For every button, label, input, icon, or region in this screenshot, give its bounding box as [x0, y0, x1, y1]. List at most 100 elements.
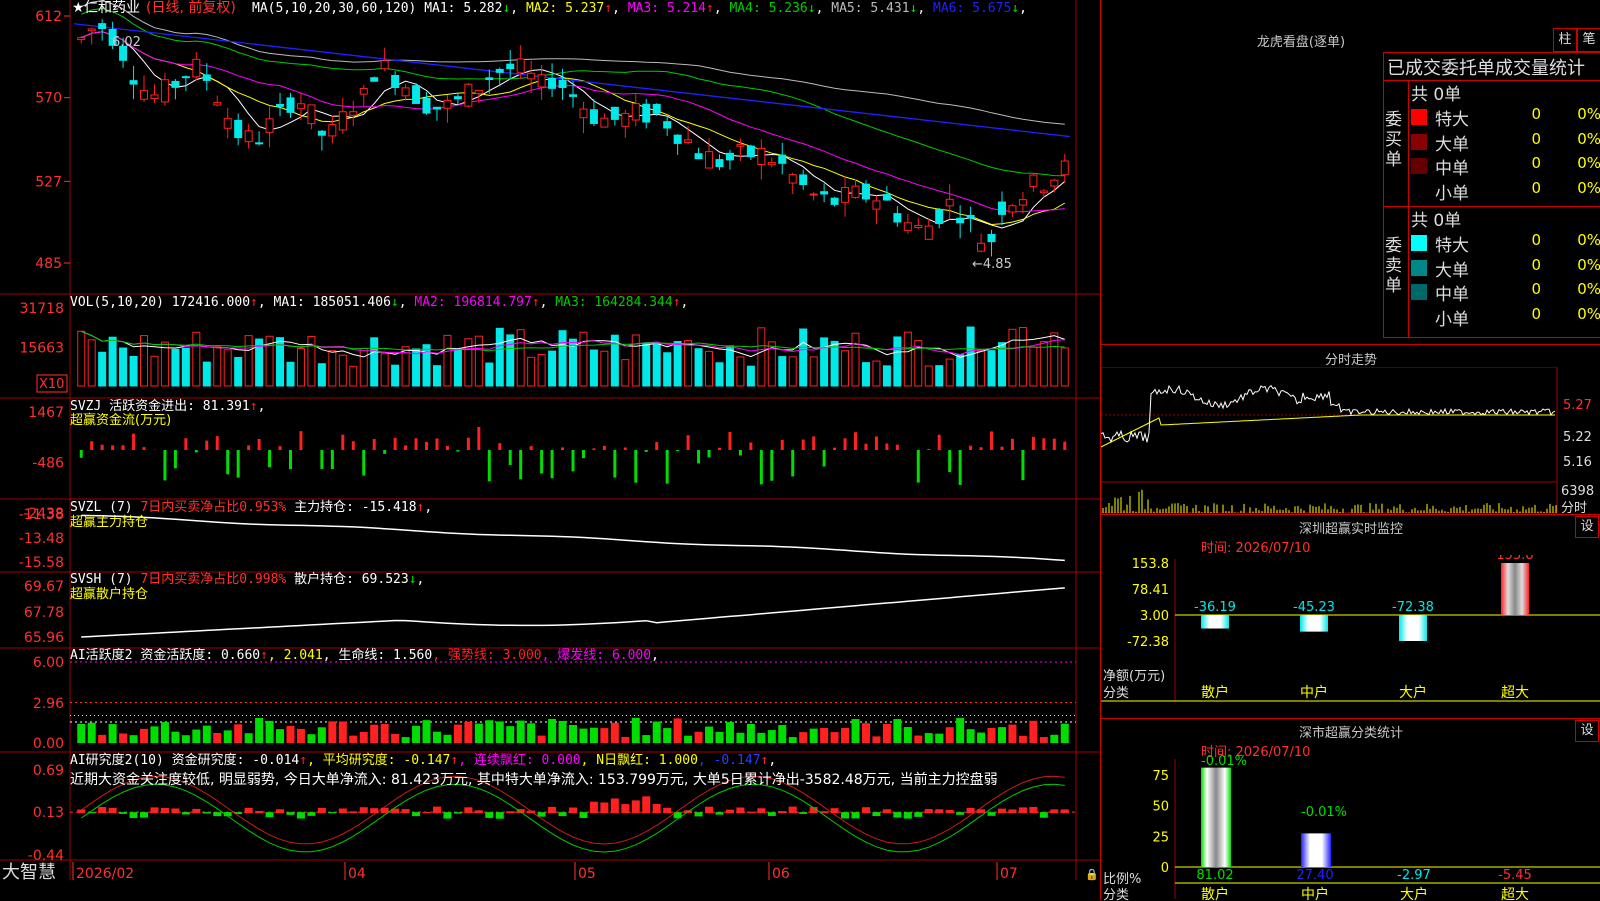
candle-body[interactable] [705, 151, 714, 169]
candle-body[interactable] [87, 28, 96, 32]
candle-body[interactable] [307, 104, 316, 125]
candle-body[interactable] [548, 77, 557, 89]
candle-body[interactable] [610, 106, 619, 120]
main-chart-area[interactable]: 612 570 527 485 6.02 ←4.85 ★ 仁和药业 (日线, 前复权) MA(5,… [0, 0, 1100, 900]
candle-body[interactable] [872, 200, 881, 210]
candle-body[interactable] [977, 242, 986, 252]
intraday-panel[interactable]: 分时走势 5.27 5.22 5.16 6398 分时 [1101, 344, 1600, 515]
candle-body[interactable] [757, 147, 766, 165]
candle-body[interactable] [181, 76, 190, 79]
candle-body[interactable] [443, 99, 452, 109]
candle-body[interactable] [328, 124, 337, 137]
candle-body[interactable] [160, 79, 169, 103]
candle-body[interactable] [286, 97, 295, 113]
candle-body[interactable] [820, 191, 829, 195]
candle-body[interactable] [558, 79, 567, 89]
lock-icon[interactable]: 🔒 [1085, 868, 1099, 881]
candle-body[interactable] [77, 37, 86, 41]
candle-body[interactable] [495, 68, 504, 73]
candle-body[interactable] [98, 23, 107, 29]
candle-body[interactable] [223, 117, 232, 129]
candle-body[interactable] [213, 102, 222, 106]
candle-body[interactable] [935, 208, 944, 225]
candle-body[interactable] [809, 193, 818, 196]
candle-body[interactable] [140, 89, 149, 100]
candle-body[interactable] [255, 142, 264, 145]
candle-body[interactable] [129, 80, 138, 85]
candle-body[interactable] [276, 103, 285, 107]
candle-body[interactable] [202, 74, 211, 81]
sz-monitor-settings-button[interactable]: 设 [1575, 516, 1599, 538]
candle-body[interactable] [861, 183, 870, 200]
candle-body[interactable] [338, 111, 347, 131]
candle-body[interactable] [893, 213, 902, 223]
candle-body[interactable] [851, 185, 860, 198]
sz-stats-settings-button[interactable]: 设 [1575, 720, 1599, 742]
candle-body[interactable] [537, 74, 546, 88]
candle-body[interactable] [474, 89, 483, 95]
candle-body[interactable] [1018, 199, 1027, 206]
candle-body[interactable] [1008, 205, 1017, 213]
candle-body[interactable] [997, 201, 1006, 215]
candle-body[interactable] [736, 144, 745, 147]
candle-body[interactable] [401, 87, 410, 97]
favorite-star-icon[interactable]: ★ [72, 0, 85, 16]
candle-body[interactable] [1060, 160, 1069, 176]
candle-body[interactable] [150, 94, 159, 100]
candle-body[interactable] [767, 162, 776, 166]
candle-body[interactable] [684, 139, 693, 144]
candle-body[interactable] [945, 198, 954, 207]
candle-body[interactable] [903, 222, 912, 231]
candle-body[interactable] [746, 145, 755, 158]
candle-body[interactable] [516, 58, 525, 74]
candle-body[interactable] [642, 103, 651, 123]
candle-body[interactable] [506, 63, 515, 70]
candle-body[interactable] [966, 214, 975, 219]
candle-body[interactable] [882, 194, 891, 201]
candle-body[interactable] [296, 103, 305, 110]
candle-body[interactable] [265, 118, 274, 133]
candle-body[interactable] [830, 197, 839, 205]
candle-body[interactable] [380, 60, 389, 70]
candle-body[interactable] [569, 94, 577, 97]
candle-body[interactable] [788, 174, 797, 184]
candle-body[interactable] [464, 83, 473, 107]
candle-body[interactable] [422, 97, 431, 114]
candle-body[interactable] [987, 234, 996, 243]
candle-body[interactable] [956, 217, 965, 224]
candle-body[interactable] [694, 153, 703, 160]
candle-body[interactable] [1050, 179, 1059, 187]
candle-body[interactable] [234, 119, 243, 139]
candle-body[interactable] [778, 154, 787, 164]
candle-body[interactable] [621, 112, 630, 127]
candle-body[interactable] [914, 224, 923, 228]
stroke-mode-button[interactable]: 笔 [1577, 28, 1600, 52]
intraday-chart[interactable]: 5.27 5.22 5.16 6398 分时 [1101, 367, 1600, 515]
candle-body[interactable] [600, 117, 609, 128]
candle-body[interactable] [317, 130, 326, 136]
candle-body[interactable] [485, 77, 494, 81]
candle-body[interactable] [652, 103, 661, 114]
candle-body[interactable] [370, 77, 379, 82]
candle-body[interactable] [924, 225, 933, 240]
candle-body[interactable] [412, 85, 421, 104]
candle-body[interactable] [799, 174, 808, 186]
candle-body[interactable] [527, 72, 536, 80]
candle-body[interactable] [171, 80, 180, 88]
candle-body[interactable] [244, 130, 253, 143]
candle-body[interactable] [1039, 190, 1048, 194]
candle-body[interactable] [432, 106, 441, 110]
candle-body[interactable] [349, 111, 358, 116]
candle-body[interactable] [631, 103, 640, 121]
candle-body[interactable] [453, 96, 462, 100]
candle-body[interactable] [391, 74, 400, 89]
candle-body[interactable] [663, 121, 672, 129]
candle-body[interactable] [841, 186, 850, 203]
candle-body[interactable] [192, 58, 201, 78]
main-chart-svg[interactable]: 612 570 527 485 6.02 ←4.85 ★ 仁和药业 (日线, 前复权) MA(5,… [0, 0, 1100, 900]
column-mode-button[interactable]: 柱 [1553, 28, 1577, 52]
candle-body[interactable] [673, 134, 682, 144]
candle-body[interactable] [715, 159, 724, 168]
candle-body[interactable] [589, 109, 598, 124]
candle-body[interactable] [1029, 174, 1038, 187]
